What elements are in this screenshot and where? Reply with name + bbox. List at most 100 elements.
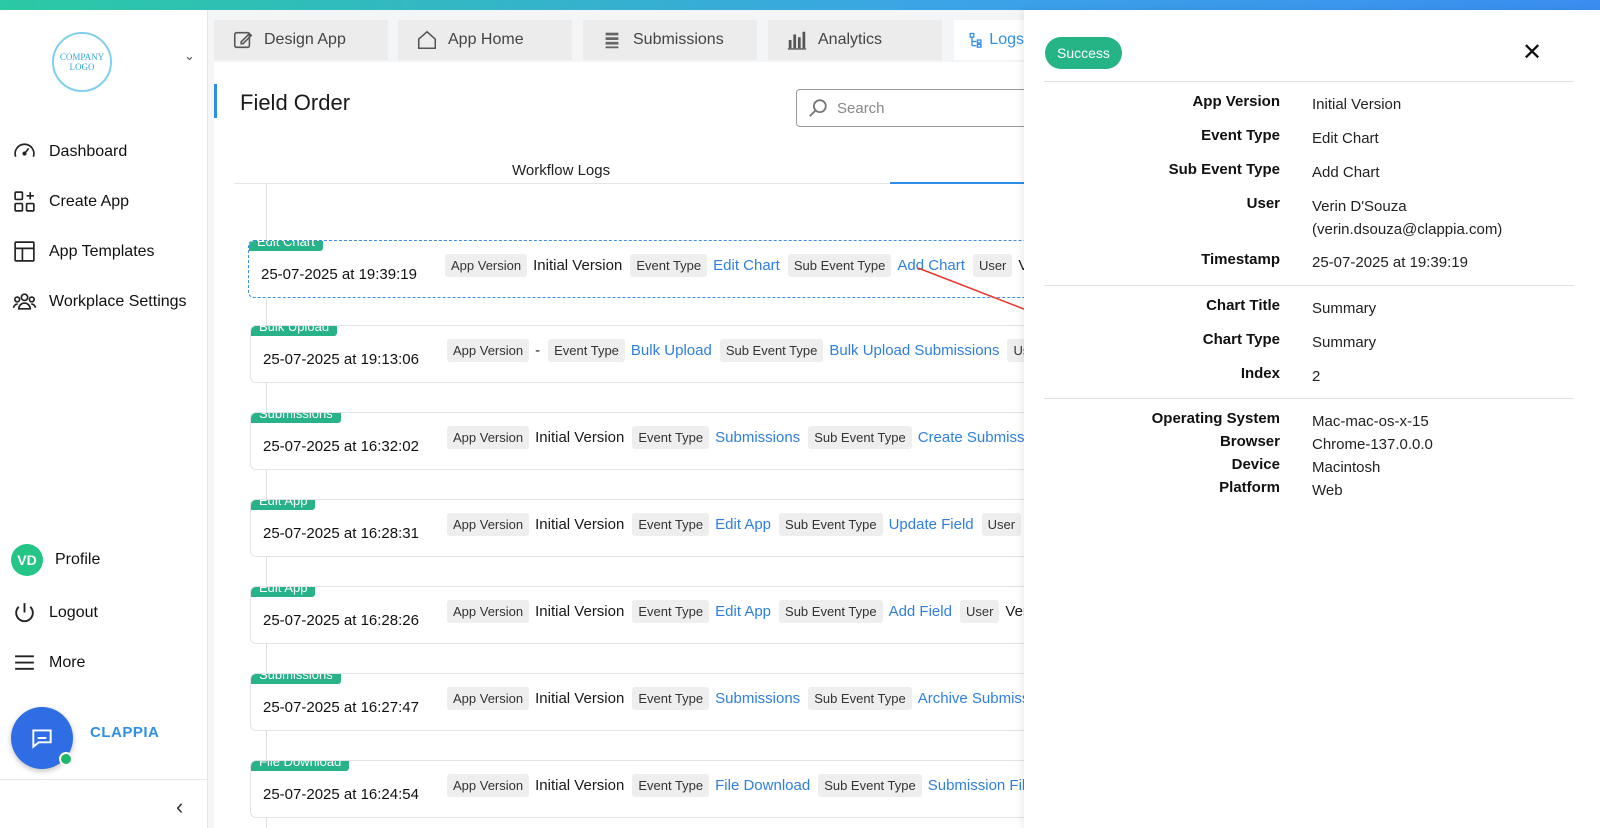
sidebar-item-more[interactable]: More [12,650,85,675]
tab-workflow-logs[interactable]: Workflow Logs [512,162,610,179]
detail-value: Add Chart [1312,164,1380,181]
collapse-sidebar-icon[interactable]: ‹ [176,794,183,820]
detail-label: Event Type [1201,127,1280,144]
sidebar-item-workplace-settings[interactable]: Workplace Settings [12,289,187,314]
log-fields: App Version - Event Type Bulk Upload Sub Eve… [447,339,1036,362]
event-badge: Edit App [251,500,316,510]
field-link[interactable]: Create Submissio [918,429,1036,446]
field-link[interactable]: File Download [715,777,810,794]
tab-submissions[interactable]: Submissions [583,20,757,60]
field-chip: App Version [447,513,530,536]
field-link[interactable]: Archive Submissi [918,690,1033,707]
log-entry[interactable]: Edit App 25-07-2025 at 16:28:26 App Versio… [250,586,1050,644]
field-chip: App Version [447,774,530,797]
field-chip: Event Type [632,687,710,710]
company-logo[interactable]: COMPANY LOGO [52,32,112,92]
field-value: Initial Version [535,777,625,794]
tab-design-app[interactable]: Design App [214,20,388,60]
chevron-down-icon[interactable]: ⌄ [184,48,195,64]
sidebar-item-logout[interactable]: Logout [12,600,98,625]
title-accent-bar [214,84,217,118]
field-chip: Sub Event Type [779,513,883,536]
field-chip: Sub Event Type [719,339,824,362]
field-link[interactable]: Submissions [715,429,800,446]
sidebar-item-label: App Templates [49,242,155,260]
field-chip: App Version [447,339,530,362]
detail-label: Browser [1219,433,1280,450]
field-chip: Sub Event Type [787,254,892,277]
event-badge: Bulk Upload [251,326,338,336]
field-link[interactable]: Bulk Upload [631,342,712,359]
detail-value: Mac-mac-os-x-15 [1312,413,1429,430]
log-timestamp: 25-07-2025 at 16:28:31 [263,525,419,542]
log-entry[interactable]: Submissions 25-07-2025 at 16:32:02 App Ver… [250,412,1050,470]
tab-logs[interactable]: Logs [954,20,1024,60]
field-chip: User [981,513,1022,536]
event-badge: Edit Chart [249,241,323,251]
detail-label: User [1246,195,1280,212]
field-link[interactable]: Submissions [715,690,800,707]
avatar: VD [11,544,43,576]
sidebar-item-dashboard[interactable]: Dashboard [12,139,127,164]
list-icon [605,32,619,49]
field-value: Initial Version [533,257,623,274]
tab-analytics[interactable]: Analytics [768,20,942,60]
field-chip: App Version [447,600,530,623]
tab-app-home[interactable]: App Home [398,20,572,60]
event-badge: Submissions [251,413,341,423]
field-value: Initial Version [535,516,625,533]
log-timestamp: 25-07-2025 at 19:13:06 [263,351,419,368]
field-chip: Event Type [632,600,710,623]
logo-text: COMPANY LOGO [59,52,105,72]
field-link[interactable]: Update Field [889,516,974,533]
top-gradient-bar [0,0,1600,10]
log-entry[interactable]: File Download 25-07-2025 at 16:24:54 App V… [250,760,1050,818]
log-fields: App Version Initial Version Event Type Edit… [447,600,1042,623]
log-entry[interactable]: Bulk Upload 25-07-2025 at 19:13:06 App Ver… [250,325,1050,383]
sidebar-item-app-templates[interactable]: App Templates [12,239,155,264]
field-chip: Sub Event Type [818,774,922,797]
detail-value: (verin.dsouza@clappia.com) [1312,221,1503,238]
field-link[interactable]: Edit App [715,603,771,620]
detail-label: Operating System [1151,410,1280,427]
tab-label: Design App [264,31,346,48]
sidebar-item-label: More [49,653,86,671]
event-badge: Edit App [251,587,316,597]
close-icon[interactable]: ✕ [1522,40,1542,66]
field-link[interactable]: Bulk Upload Submissions [829,342,999,359]
sidebar-item-label: Workplace Settings [49,292,187,310]
log-timestamp: 25-07-2025 at 19:39:19 [261,266,417,283]
field-link[interactable]: Add Chart [897,257,965,274]
sidebar-item-create-app[interactable]: Create App [12,189,129,214]
field-chip: App Version [447,687,530,710]
detail-label: App Version [1192,93,1280,110]
divider [1044,81,1574,82]
detail-label: Sub Event Type [1168,161,1280,178]
log-fields: App Version Initial Version Event Type Subm… [447,687,1035,710]
log-timestamp: 25-07-2025 at 16:28:26 [263,612,419,629]
log-entry[interactable]: Edit App 25-07-2025 at 16:28:31 App Versio… [250,499,1050,557]
log-fields: App Version Initial Version Event Type Edit… [447,513,1039,536]
bar-chart-icon [787,31,807,50]
field-link[interactable]: Edit App [715,516,771,533]
field-chip: User [959,600,1000,623]
detail-value: Macintosh [1312,459,1381,476]
page-title: Field Order [240,90,351,115]
detail-value: Verin D'Souza [1312,198,1407,215]
field-value: Initial Version [535,690,625,707]
log-detail-panel: Success ✕ App Version Initial Version Even… [1024,10,1600,828]
field-link[interactable]: Add Field [889,603,952,620]
log-entry[interactable]: Submissions 25-07-2025 at 16:27:47 App Ver… [250,673,1050,731]
log-entry[interactable]: Edit Chart 25-07-2025 at 19:39:19 App Vers… [248,240,1048,298]
log-fields: App Version Initial Version Event Type Edit… [445,254,1038,277]
detail-value: 2 [1312,368,1321,385]
layout-icon [14,241,35,262]
field-link[interactable]: Edit Chart [713,257,780,274]
chat-icon [32,729,52,749]
log-fields: App Version Initial Version Event Type Subm… [447,426,1038,449]
field-link[interactable]: Submission File [928,777,1034,794]
detail-value: 25-07-2025 at 19:39:19 [1312,254,1468,271]
field-value: - [535,342,541,359]
detail-value: Summary [1312,334,1377,351]
sidebar-item-profile[interactable]: VD Profile [11,544,100,576]
